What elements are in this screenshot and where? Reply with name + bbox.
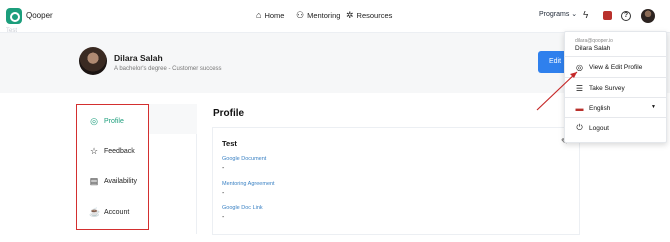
chevron-down-icon: ⌄ <box>571 11 578 18</box>
field-value: - <box>222 165 225 172</box>
menu-item-view-edit-profile[interactable]: ◎ View & Edit Profile <box>575 63 642 72</box>
side-panel-active-bg <box>149 104 197 134</box>
divider <box>565 77 666 78</box>
divider <box>565 56 666 57</box>
person-icon: ◎ <box>576 63 583 72</box>
field-value: - <box>222 190 225 197</box>
mentoring-icon: ⚇ <box>296 10 305 20</box>
side-panel <box>149 134 197 234</box>
programs-dropdown[interactable]: Programs ⌄ <box>539 10 577 18</box>
field-label-google-document: Google Document <box>222 156 267 162</box>
menu-item-label: View & Edit Profile <box>589 64 643 71</box>
list-icon: ☰ <box>575 84 584 93</box>
flag-icon: ▬ <box>575 104 584 113</box>
presentation-icon[interactable] <box>603 11 612 20</box>
menu-item-take-survey[interactable]: ☰ Take Survey <box>575 84 625 93</box>
profile-avatar <box>79 47 107 75</box>
caret-down-icon[interactable]: ▼ <box>651 104 656 110</box>
profile-name: Dilara Salah <box>114 53 163 63</box>
home-icon: ⌂ <box>256 10 262 20</box>
calendar-icon: ▤ <box>89 176 99 186</box>
sidebar-item-availability[interactable]: ▤ Availability <box>77 167 147 196</box>
account-icon: ☕ <box>89 207 101 217</box>
sidebar-item-feedback[interactable]: ☆ Feedback <box>77 137 147 166</box>
help-icon[interactable]: ? <box>621 11 631 21</box>
sidebar-item-account[interactable]: ☕ Account <box>77 198 147 227</box>
sidebar-item-label: Profile <box>104 118 124 125</box>
menu-item-label: Take Survey <box>589 85 625 92</box>
dropdown-name: Dilara Salah <box>575 45 611 52</box>
profile-subtitle: A bachelor's degree - Customer success <box>114 66 222 72</box>
qooper-logo-icon[interactable] <box>6 8 22 24</box>
divider <box>565 97 666 98</box>
nav-resources-label: Resources <box>356 11 393 20</box>
page-title: Profile <box>213 108 245 119</box>
brand-name: Qooper <box>26 11 53 20</box>
sidebar-item-label: Availability <box>104 178 137 185</box>
menu-item-logout[interactable]: ⏻ Logout <box>575 123 609 133</box>
programs-label: Programs <box>539 11 570 18</box>
person-icon: ◎ <box>90 116 98 126</box>
nav-home-label: Home <box>264 11 285 20</box>
lightning-icon[interactable]: ϟ <box>583 10 588 21</box>
divider <box>565 117 666 118</box>
power-icon: ⏻ <box>576 123 583 132</box>
menu-item-language[interactable]: ▬ English <box>575 104 611 113</box>
resources-icon: ✲ <box>346 10 354 20</box>
faint-text: Test <box>6 28 18 34</box>
field-value: - <box>222 214 225 221</box>
nav-resources[interactable]: ✲ Resources <box>346 10 393 21</box>
nav-home[interactable]: ⌂ Home <box>256 10 285 21</box>
field-label-mentoring-agreement: Mentoring Agreement <box>222 181 275 187</box>
profile-sidebar: ◎ Profile ☆ Feedback ▤ Availability ☕ Ac… <box>76 104 149 230</box>
dropdown-email: dilara@qooper.io <box>575 38 613 44</box>
star-icon: ☆ <box>89 146 99 156</box>
field-label-google-doc-link: Google Doc Link <box>222 205 263 211</box>
menu-item-label: English <box>589 105 611 112</box>
nav-mentoring[interactable]: ⚇ Mentoring <box>296 10 341 21</box>
menu-item-label: Logout <box>589 124 609 132</box>
sidebar-item-profile[interactable]: ◎ Profile <box>77 107 147 136</box>
sidebar-item-label: Feedback <box>104 148 135 155</box>
user-avatar[interactable] <box>641 9 655 23</box>
section-title: Test <box>222 139 237 148</box>
nav-mentoring-label: Mentoring <box>307 11 341 20</box>
sidebar-item-label: Account <box>104 209 130 216</box>
